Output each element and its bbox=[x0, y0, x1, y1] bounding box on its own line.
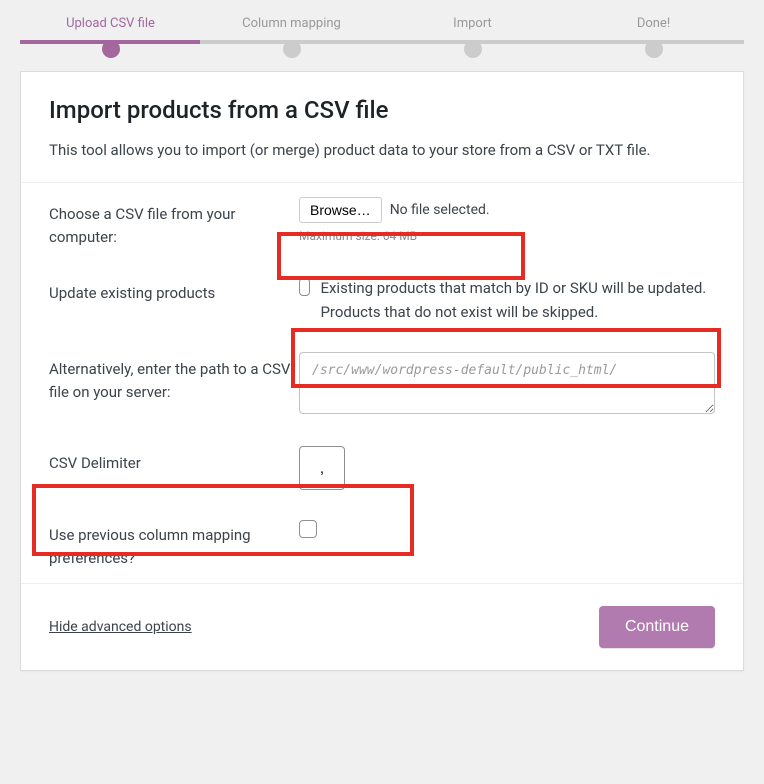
server-path-input[interactable] bbox=[299, 352, 715, 414]
row-choose-file: Choose a CSV file from your computer: Br… bbox=[21, 183, 743, 262]
prev-mapping-checkbox[interactable] bbox=[299, 520, 317, 538]
update-existing-checkbox[interactable] bbox=[299, 278, 310, 296]
hide-advanced-link[interactable]: Hide advanced options bbox=[49, 619, 192, 635]
step-done[interactable]: Done! bbox=[563, 16, 744, 55]
row-prev-mapping: Use previous column mapping preferences? bbox=[21, 504, 743, 583]
step-mapping[interactable]: Column mapping bbox=[201, 16, 382, 55]
server-path-label: Alternatively, enter the path to a CSV f… bbox=[49, 352, 299, 403]
continue-button[interactable]: Continue bbox=[599, 606, 715, 648]
update-existing-label: Update existing products bbox=[49, 276, 299, 305]
import-card: Import products from a CSV file This too… bbox=[20, 71, 744, 671]
browse-button[interactable]: Browse… bbox=[299, 197, 382, 223]
delimiter-input[interactable] bbox=[299, 446, 345, 490]
card-body: Choose a CSV file from your computer: Br… bbox=[21, 182, 743, 584]
row-update-existing: Update existing products Existing produc… bbox=[21, 262, 743, 338]
row-delimiter: CSV Delimiter bbox=[21, 432, 743, 504]
row-server-path: Alternatively, enter the path to a CSV f… bbox=[21, 338, 743, 432]
page-title: Import products from a CSV file bbox=[49, 96, 715, 124]
update-existing-desc: Existing products that match by ID or SK… bbox=[320, 276, 715, 324]
max-size-hint: Maximum size: 64 MB bbox=[299, 229, 715, 243]
file-status: No file selected. bbox=[390, 202, 490, 218]
step-import[interactable]: Import bbox=[382, 16, 563, 55]
page-subtitle: This tool allows you to import (or merge… bbox=[49, 138, 715, 162]
choose-file-label: Choose a CSV file from your computer: bbox=[49, 197, 299, 248]
step-upload[interactable]: Upload CSV file bbox=[20, 16, 201, 55]
wizard-stepper: Upload CSV file Column mapping Import Do… bbox=[0, 0, 764, 55]
delimiter-label: CSV Delimiter bbox=[49, 446, 299, 475]
prev-mapping-label: Use previous column mapping preferences? bbox=[49, 518, 299, 569]
card-header: Import products from a CSV file This too… bbox=[21, 72, 743, 182]
card-footer: Hide advanced options Continue bbox=[21, 584, 743, 670]
